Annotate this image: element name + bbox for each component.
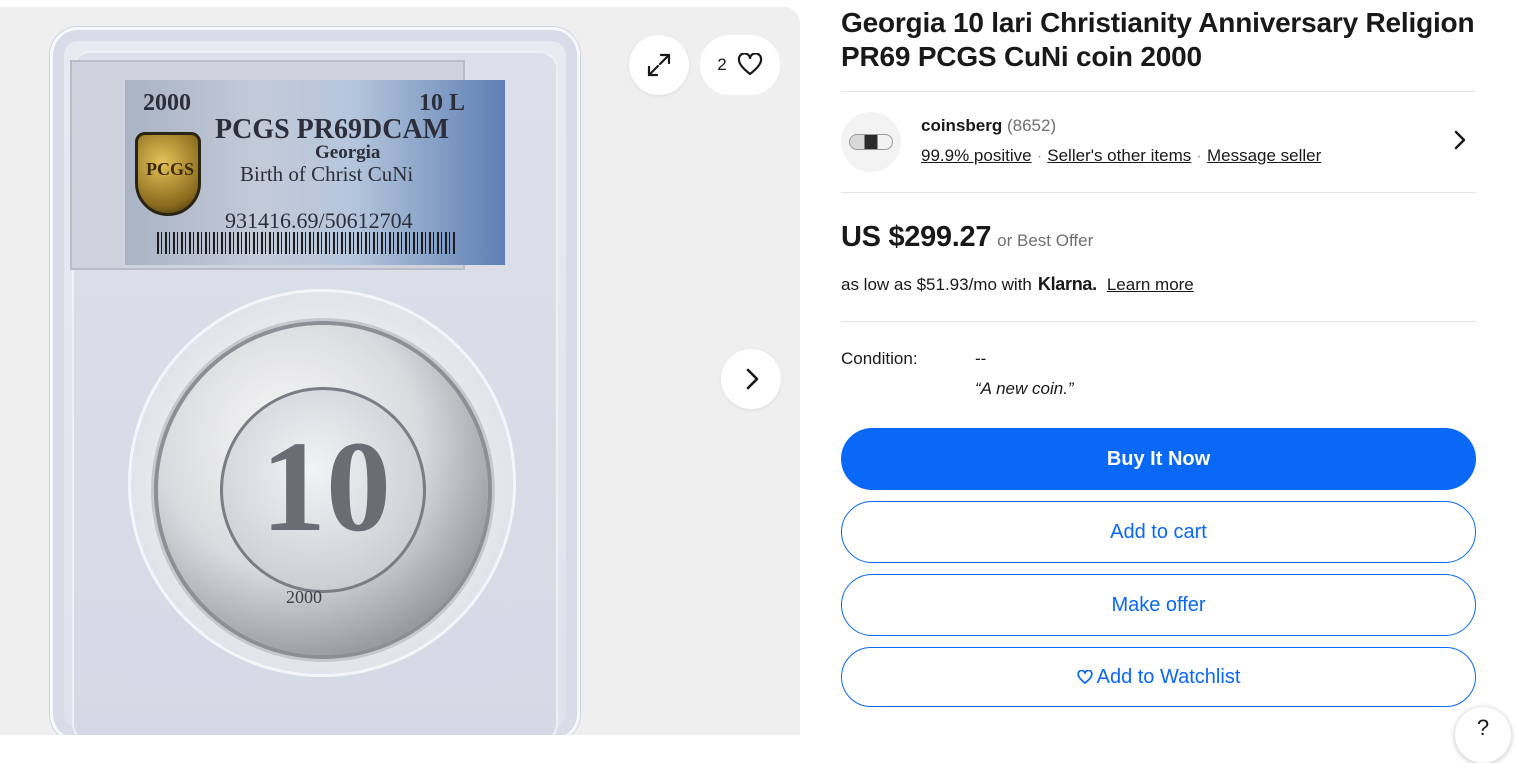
pcgs-shield-logo: PCGS <box>135 132 201 216</box>
seller-name[interactable]: coinsberg <box>921 116 1002 135</box>
label-cert-number: 931416.69/50612704 <box>225 208 413 233</box>
seller-avatar[interactable] <box>841 112 901 172</box>
add-to-watchlist-button[interactable]: Add to Watchlist <box>841 647 1476 707</box>
listing-info: Georgia 10 lari Christianity Anniversary… <box>841 0 1476 707</box>
divider <box>841 192 1476 193</box>
separator-dot: · <box>1196 146 1202 165</box>
label-year: 2000 <box>143 90 191 116</box>
coin-center: 10 <box>220 387 426 593</box>
watchlist-label: Add to Watchlist <box>1096 665 1241 688</box>
coin-numeral: 10 <box>261 415 391 559</box>
watch-count: 2 <box>717 55 727 74</box>
chevron-right-icon <box>746 368 759 390</box>
listing-title: Georgia 10 lari Christianity Anniversary… <box>841 7 1475 72</box>
expand-button[interactable] <box>629 35 689 95</box>
coin: 10 2000 <box>158 325 488 655</box>
buy-it-now-button[interactable]: Buy It Now <box>841 428 1476 490</box>
seller-other-items-link[interactable]: Seller's other items <box>1047 146 1191 165</box>
buy-it-now-label: Buy It Now <box>1106 447 1211 470</box>
barcode <box>157 232 457 254</box>
slab-label: 2000 10 L PCGS PR69DCAM Georgia Birth of… <box>125 80 505 265</box>
heart-icon <box>737 53 762 76</box>
label-description: Birth of Christ CuNi <box>240 162 414 186</box>
seller-positive-link[interactable]: 99.9% positive <box>921 146 1032 165</box>
condition-section: Condition: -- “A new coin.” <box>841 322 1476 427</box>
seller-name-row: coinsberg (8652) <box>921 116 1056 136</box>
klarna-logo: Klarna. <box>1037 274 1097 294</box>
coin-year: 2000 <box>286 587 322 607</box>
condition-label: Condition: <box>841 349 918 368</box>
label-country: Georgia <box>315 142 381 163</box>
message-seller-link[interactable]: Message seller <box>1207 146 1321 165</box>
learn-more-link[interactable]: Learn more <box>1107 275 1194 295</box>
seller-logo-icon <box>849 134 893 150</box>
best-offer-text: or Best Offer <box>997 231 1094 250</box>
pcgs-logo-text: PCGS <box>146 159 195 179</box>
condition-note: “A new coin.” <box>975 379 1074 398</box>
seller-card[interactable]: coinsberg (8652) 99.9% positive · Seller's… <box>841 92 1476 192</box>
expand-icon <box>647 53 671 77</box>
price-row: US $299.27 or Best Offer <box>841 221 1476 254</box>
heart-icon <box>1076 669 1093 684</box>
help-button[interactable]: ? <box>1455 707 1511 763</box>
seller-feedback-count: (8652) <box>1006 116 1057 135</box>
watch-count-button[interactable]: 2 <box>700 35 780 95</box>
next-image-button[interactable] <box>721 349 781 409</box>
add-to-cart-label: Add to cart <box>1110 520 1207 543</box>
separator-dot: · <box>1036 146 1043 165</box>
seller-links: 99.9% positive · Seller's other items · Mess… <box>921 146 1321 166</box>
make-offer-label: Make offer <box>1111 593 1206 616</box>
price: US $299.27 <box>841 221 992 253</box>
chevron-right-icon[interactable] <box>1452 128 1468 152</box>
add-to-cart-button[interactable]: Add to cart <box>841 501 1476 563</box>
condition-value: -- <box>975 349 987 368</box>
image-gallery[interactable]: 2000 10 L PCGS PR69DCAM Georgia Birth of… <box>0 7 800 735</box>
make-offer-button[interactable]: Make offer <box>841 574 1476 636</box>
klarna-text: as low as $51.93/mo with <box>841 274 1032 294</box>
klarna-row: as low as $51.93/mo with Klarna. Learn m… <box>841 274 1476 295</box>
label-denomination: 10 L <box>418 90 465 116</box>
help-icon: ? <box>1476 715 1490 740</box>
